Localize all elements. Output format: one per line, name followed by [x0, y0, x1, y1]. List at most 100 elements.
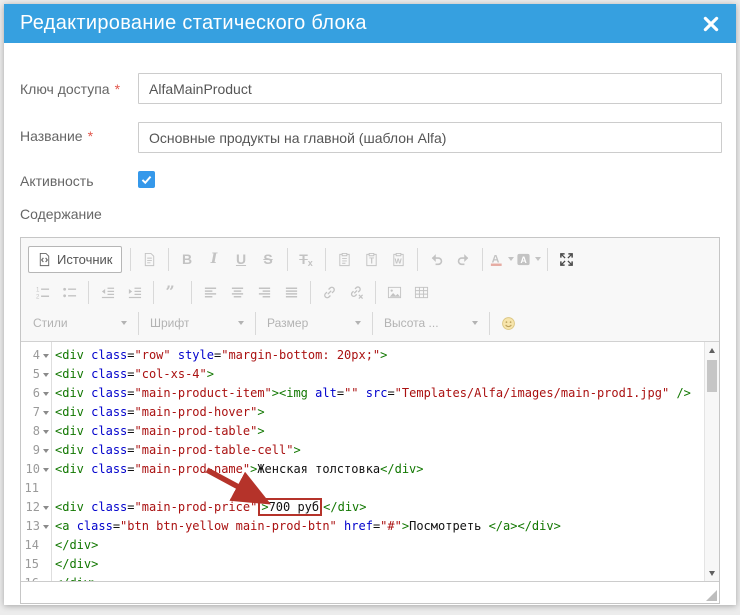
code-line-content: <div class="main-prod-name">Женская толс… — [52, 460, 424, 479]
code-line-content: </div> — [52, 536, 98, 555]
editor-bottom-bar — [21, 581, 719, 603]
fold-arrow-icon[interactable] — [43, 430, 49, 434]
smiley-icon — [496, 311, 521, 335]
page: { "modal": { "title": "Редактирование ст… — [0, 0, 740, 615]
fold-arrow-icon[interactable] — [43, 449, 49, 453]
underline-icon: U — [229, 247, 254, 271]
template-icon — [137, 247, 162, 271]
line-gutter: 10 — [21, 460, 52, 479]
align-center-icon — [225, 280, 250, 304]
svg-text:2: 2 — [36, 293, 40, 299]
toolbar-separator — [287, 248, 288, 271]
line-number: 8 — [33, 422, 40, 441]
code-line-content: <div class="col-xs-4"> — [52, 365, 214, 384]
close-button[interactable] — [700, 13, 722, 35]
code-line-content — [52, 479, 55, 498]
activity-checkbox[interactable] — [138, 171, 155, 188]
check-icon — [140, 173, 153, 186]
fold-arrow-icon[interactable] — [43, 354, 49, 358]
line-gutter: 14 — [21, 536, 52, 555]
source-code-area[interactable]: 34<div class="row" style="margin-bottom:… — [21, 342, 719, 582]
toolbar-separator — [325, 248, 326, 271]
line-gutter: 7 — [21, 403, 52, 422]
bullet-list-icon — [57, 280, 82, 304]
font-combo: Шрифт — [144, 316, 250, 330]
toolbar-separator — [489, 312, 490, 335]
outdent-icon — [95, 280, 120, 304]
name-input[interactable] — [138, 122, 722, 153]
italic-icon: I — [202, 247, 227, 271]
dropdown-caret-icon — [508, 257, 514, 261]
toolbar-row-2: 12 ” — [27, 277, 713, 307]
text-color-icon: A — [489, 247, 514, 271]
code-line-10: 10 <div class="main-prod-name">Женская то… — [21, 460, 704, 479]
combo-caret-icon — [121, 321, 127, 325]
fold-arrow-icon[interactable] — [43, 392, 49, 396]
svg-text:T: T — [369, 256, 374, 265]
redo-icon — [451, 247, 476, 271]
code-line-7: 7 <div class="main-prod-hover"> — [21, 403, 704, 422]
fold-arrow-icon[interactable] — [43, 506, 49, 510]
line-number: 15 — [25, 555, 39, 574]
combo-caret-icon — [355, 321, 361, 325]
code-line-content: <div class="main-prod-table-cell"> — [52, 441, 301, 460]
vertical-scrollbar[interactable] — [704, 342, 719, 582]
annotation-box: >700 руб — [258, 498, 322, 516]
line-number: 7 — [33, 403, 40, 422]
editor-toolbar: ИсточникBIUSTxTWAA 12” СтилиШрифтРазмерВ… — [21, 238, 719, 342]
code-line-8: 8 <div class="main-prod-table"> — [21, 422, 704, 441]
line-number: 11 — [25, 479, 39, 498]
code-line-content: <div class="main-product-item"><img alt=… — [52, 384, 691, 403]
line-gutter: 8 — [21, 422, 52, 441]
align-justify-icon — [279, 280, 304, 304]
source-button[interactable]: Источник — [28, 246, 122, 273]
line-number: 9 — [33, 441, 40, 460]
undo-icon — [424, 247, 449, 271]
code-line-content: <a class="btn btn-yellow main-prod-btn" … — [52, 517, 561, 536]
toolbar-separator — [153, 281, 154, 304]
code-line-content: <div class="main-prod-price">700 руб</di… — [52, 498, 367, 517]
paste-word-icon: W — [386, 247, 411, 271]
toolbar-separator — [168, 248, 169, 271]
line-gutter: 5 — [21, 365, 52, 384]
code-line-9: 9 <div class="main-prod-table-cell"> — [21, 441, 704, 460]
scroll-up-icon[interactable] — [709, 348, 715, 353]
scrollbar-thumb[interactable] — [707, 360, 717, 392]
line-number: 13 — [26, 517, 40, 536]
line-gutter: 12 — [21, 498, 52, 517]
paste-text-icon: T — [359, 247, 384, 271]
toolbar-separator — [88, 281, 89, 304]
line-gutter: 11 — [21, 479, 52, 498]
blockquote-icon: ” — [160, 280, 185, 304]
code-line-content: <div class="main-prod-table"> — [52, 422, 265, 441]
code-lines: 34<div class="row" style="margin-bottom:… — [21, 342, 704, 582]
fold-arrow-icon[interactable] — [43, 525, 49, 529]
activity-label: Активность — [20, 173, 94, 189]
toolbar-separator — [375, 281, 376, 304]
toolbar-separator — [417, 248, 418, 271]
fold-arrow-icon[interactable] — [43, 411, 49, 415]
resize-grip[interactable] — [706, 590, 717, 601]
code-line-content: <div class="main-prod-hover"> — [52, 403, 265, 422]
line-height-combo: Высота ... — [378, 316, 484, 330]
maximize-icon[interactable] — [554, 247, 579, 271]
line-gutter: 4 — [21, 346, 52, 365]
ordered-list-icon: 12 — [30, 280, 55, 304]
image-icon — [382, 280, 407, 304]
access-key-label: Ключ доступа* — [20, 81, 120, 97]
fold-arrow-icon[interactable] — [43, 468, 49, 472]
combo-caret-icon — [472, 321, 478, 325]
line-number: 14 — [25, 536, 39, 555]
scroll-down-icon[interactable] — [709, 571, 715, 576]
code-line-4: 4<div class="row" style="margin-bottom: … — [21, 346, 704, 365]
line-number: 6 — [33, 384, 40, 403]
access-key-input[interactable] — [138, 73, 722, 104]
code-line-content: </div> — [52, 555, 98, 574]
indent-icon — [122, 280, 147, 304]
fold-arrow-icon[interactable] — [43, 373, 49, 377]
line-gutter: 15 — [21, 555, 52, 574]
close-icon — [702, 15, 720, 33]
code-line-14: 14 </div> — [21, 536, 704, 555]
line-number: 10 — [26, 460, 40, 479]
toolbar-row-1: ИсточникBIUSTxTWAA — [27, 241, 713, 277]
